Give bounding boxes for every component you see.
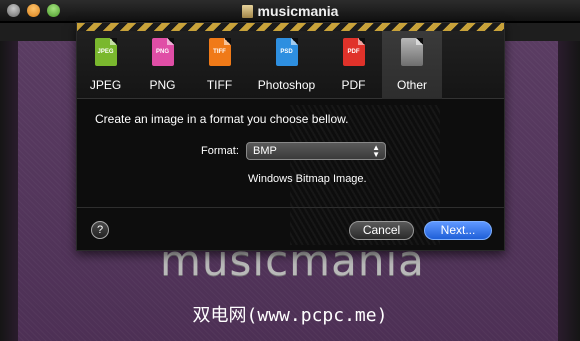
hazard-stripe-border: [77, 23, 504, 31]
file-extension-badge: JPEG: [97, 49, 114, 55]
select-arrows-icon: ▲ ▼: [372, 143, 380, 159]
cancel-button[interactable]: Cancel: [349, 221, 414, 240]
tab-pdf[interactable]: PDF PDF: [325, 31, 382, 99]
tab-label: JPEG: [89, 78, 122, 92]
document-icon: [241, 5, 253, 18]
psd-file-icon: PSD: [275, 38, 298, 66]
file-extension-badge: PNG: [155, 49, 169, 55]
tab-label: TIFF: [206, 78, 233, 92]
tab-photoshop[interactable]: PSD Photoshop: [248, 31, 325, 99]
export-format-dialog: JPEG JPEG PNG PNG TIFF TIFF PSD Photoshop PDF PDF…: [76, 22, 505, 251]
tab-label: Photoshop: [257, 78, 316, 92]
tab-tiff[interactable]: TIFF TIFF: [191, 31, 248, 99]
file-extension-badge: TIFF: [213, 49, 226, 55]
next-button[interactable]: Next...: [424, 221, 492, 240]
png-file-icon: PNG: [151, 38, 174, 66]
footer-divider: [77, 207, 504, 208]
format-description: Windows Bitmap Image.: [248, 173, 367, 185]
tab-label: Other: [396, 78, 427, 92]
tab-other[interactable]: Other: [382, 31, 442, 99]
format-label: Format:: [201, 145, 239, 157]
generic-file-icon: [401, 38, 423, 66]
tab-label: PDF: [341, 78, 366, 92]
page-fold-corner: [166, 38, 174, 45]
window-title-bar: musicmania: [0, 0, 580, 22]
jpeg-file-icon: JPEG: [94, 38, 117, 66]
file-extension-badge: PSD: [280, 49, 293, 55]
instructions-text: Create an image in a format you choose b…: [95, 112, 349, 126]
page-fold-corner: [223, 38, 231, 45]
page-fold-corner: [357, 38, 365, 45]
tiff-file-icon: TIFF: [208, 38, 231, 66]
format-select-value: BMP: [253, 145, 277, 157]
page-fold-corner: [109, 38, 117, 45]
page-fold-corner: [290, 38, 298, 45]
help-button[interactable]: ?: [91, 221, 109, 239]
format-select[interactable]: BMP ▲ ▼: [246, 142, 386, 160]
pdf-file-icon: PDF: [342, 38, 365, 66]
dialog-content: Create an image in a format you choose b…: [77, 100, 504, 250]
background-left-edge: [0, 41, 18, 341]
window-title-text: musicmania: [257, 3, 339, 19]
tab-jpeg[interactable]: JPEG JPEG: [77, 31, 134, 99]
tab-png[interactable]: PNG PNG: [134, 31, 191, 99]
format-tab-bar: JPEG JPEG PNG PNG TIFF TIFF PSD Photoshop PDF PDF…: [77, 31, 504, 99]
site-watermark: 双电网(www.pcpc.me): [192, 305, 388, 326]
file-extension-badge: PDF: [347, 49, 360, 55]
page-fold-corner: [416, 38, 423, 45]
tab-label: PNG: [149, 78, 176, 92]
background-right-edge: [558, 41, 580, 341]
window-title: musicmania: [0, 3, 580, 19]
